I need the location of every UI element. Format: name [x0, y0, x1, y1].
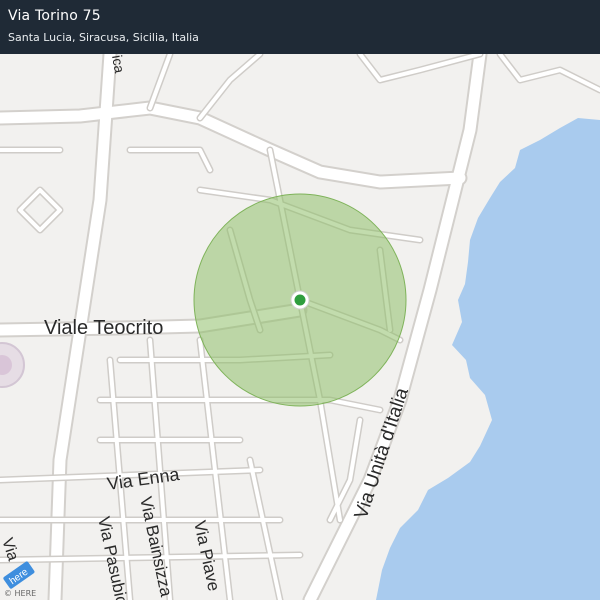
street-label-viale-teocrito: Viale Teocrito: [44, 317, 163, 339]
map-copyright: © HERE: [4, 589, 37, 598]
location-marker[interactable]: [290, 290, 310, 310]
street-label-top-fragment: ica: [109, 54, 128, 75]
map-canvas: Viale Teocrito Via Unità d'Italia Via En…: [0, 0, 600, 600]
location-title: Via Torino 75: [8, 8, 101, 24]
map-view[interactable]: Viale Teocrito Via Unità d'Italia Via En…: [0, 0, 600, 600]
location-subtitle: Santa Lucia, Siracusa, Sicilia, Italia: [8, 31, 199, 44]
location-header: Via Torino 75 Santa Lucia, Siracusa, Sic…: [0, 0, 600, 54]
